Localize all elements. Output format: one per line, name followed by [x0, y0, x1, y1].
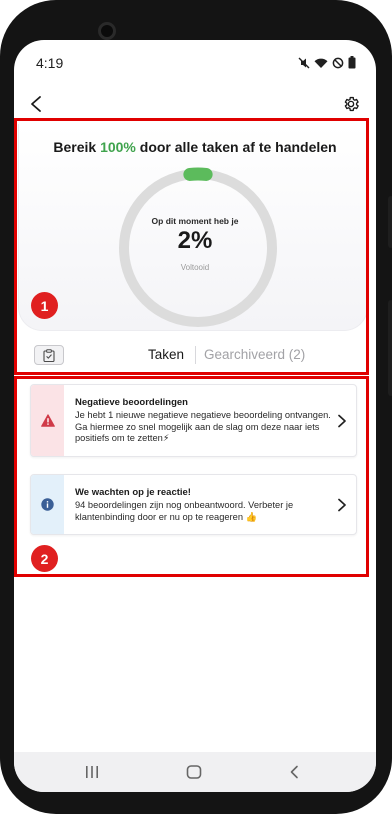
status-time: 4:19: [36, 55, 64, 71]
recents-icon: [86, 766, 98, 778]
home-icon: [186, 765, 202, 779]
annotation-badge-1: 1: [31, 292, 58, 319]
settings-button[interactable]: [340, 93, 362, 115]
phone-frame: 4:19 Bereik 100% door alle taken af te h…: [0, 0, 392, 814]
gear-icon: [344, 96, 359, 112]
status-icons: [298, 56, 356, 69]
annotation-box-1: [14, 118, 369, 375]
volume-button: [388, 196, 392, 248]
mute-icon: [298, 57, 310, 69]
back-icon: [290, 765, 298, 779]
annotation-box-2: [14, 376, 369, 577]
dnd-icon: [332, 57, 344, 69]
screen: 4:19 Bereik 100% door alle taken af te h…: [14, 40, 376, 792]
battery-icon: [348, 56, 356, 69]
nav-home-button[interactable]: [182, 760, 206, 784]
front-camera: [98, 22, 116, 40]
back-button[interactable]: [24, 92, 48, 116]
nav-back-button[interactable]: [282, 760, 306, 784]
back-arrow-icon: [31, 96, 41, 112]
status-bar: 4:19: [14, 40, 376, 84]
wifi-icon: [314, 57, 328, 69]
system-nav-bar: [14, 752, 376, 792]
power-button: [388, 300, 392, 396]
nav-recents-button[interactable]: [80, 760, 104, 784]
annotation-badge-2: 2: [31, 545, 58, 572]
